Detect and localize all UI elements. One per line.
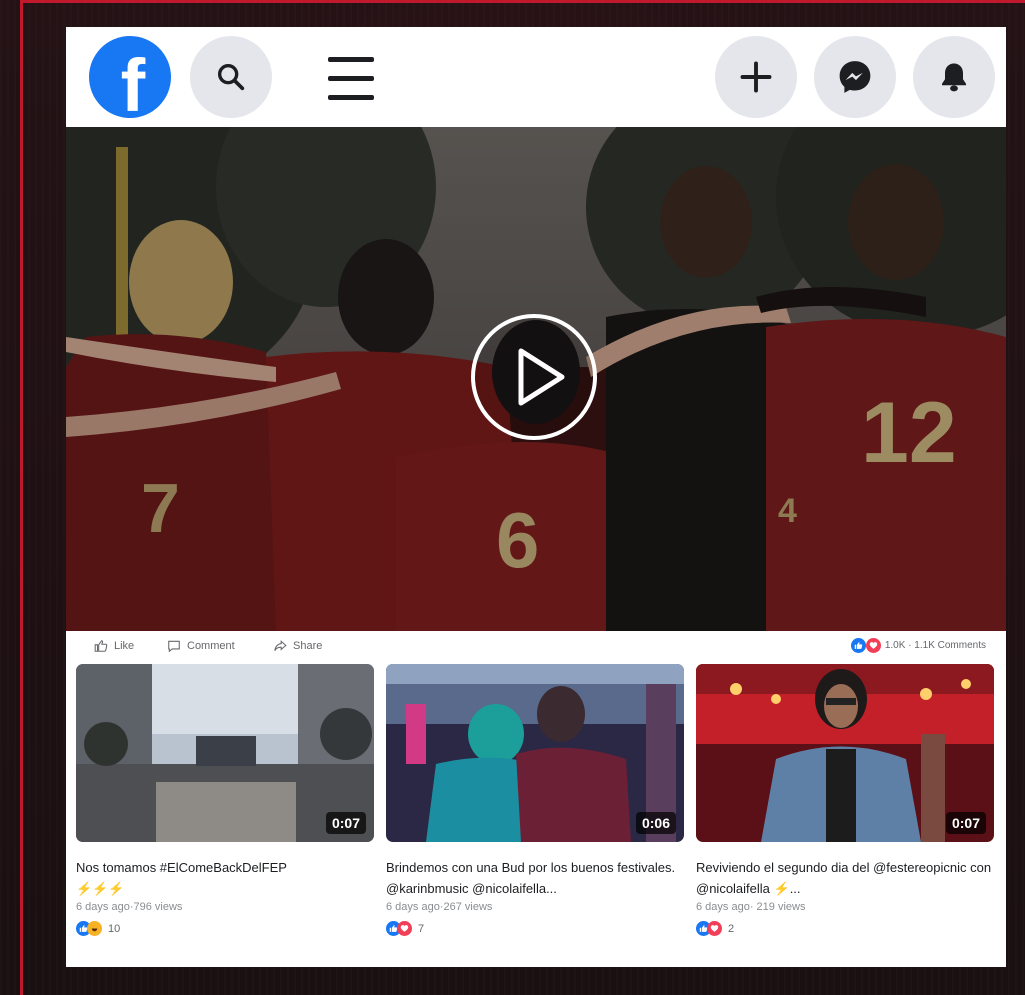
plus-icon	[740, 61, 772, 93]
comment-icon	[168, 640, 180, 653]
notifications-button[interactable]	[913, 36, 995, 118]
bell-icon	[942, 63, 966, 92]
search-button[interactable]	[190, 36, 272, 118]
video-thumbnail[interactable]: 0:06	[386, 664, 684, 842]
haha-reaction-icon	[87, 921, 102, 936]
create-button[interactable]	[715, 36, 797, 118]
related-video-card[interactable]: 0:06 Brindemos con una Bud por los bueno…	[386, 664, 686, 936]
love-reaction-icon	[397, 921, 412, 936]
video-meta: 6 days ago· 219 views	[696, 901, 806, 913]
play-icon[interactable]	[470, 313, 598, 441]
video-thumbnail[interactable]: 0:07	[76, 664, 374, 842]
thumbs-up-icon	[94, 640, 108, 652]
related-video-card[interactable]: 0:07 Reviviendo el segundo dia del @fest…	[696, 664, 996, 936]
emoji-line: ⚡⚡⚡	[76, 881, 125, 896]
video-reactions[interactable]: 7	[386, 921, 686, 936]
like-label: Like	[114, 640, 135, 652]
frame-border-left	[20, 0, 23, 995]
search-icon	[217, 63, 245, 91]
facebook-logo-icon[interactable]: f	[89, 36, 171, 123]
reaction-count: 10	[108, 922, 121, 935]
video-duration: 0:06	[635, 812, 676, 834]
video-duration: 0:07	[945, 812, 986, 834]
video-meta: 6 days ago·267 views	[386, 901, 493, 913]
related-video-card[interactable]: 0:07 Nos tomamos #ElComeBackDelFEP ⚡⚡⚡ 6…	[76, 664, 376, 936]
video-title[interactable]: Reviviendo el segundo dia del @festereop…	[696, 857, 994, 899]
like-reaction-icon	[850, 638, 866, 653]
love-reaction-icon	[707, 921, 722, 936]
comment-button[interactable]: Comment	[166, 639, 235, 653]
comment-label: Comment	[187, 640, 235, 652]
video-title[interactable]: Nos tomamos #ElComeBackDelFEP ⚡⚡⚡	[76, 857, 374, 899]
logo-letter: f	[120, 44, 146, 127]
video-duration: 0:07	[325, 812, 366, 834]
reactions-summary[interactable]: 1.0K · 1.1K Comments	[850, 638, 986, 653]
messenger-button[interactable]	[814, 36, 896, 118]
video-thumbnail[interactable]: 0:07	[696, 664, 994, 842]
love-reaction-icon	[865, 638, 881, 653]
video-meta: 6 days ago·796 views	[76, 901, 183, 913]
video-title[interactable]: Brindemos con una Bud por los buenos fes…	[386, 857, 684, 899]
frame-border-top	[22, 0, 1025, 3]
top-navigation-bar: f	[66, 27, 1006, 127]
reaction-count: 2	[728, 922, 735, 935]
share-icon	[274, 640, 287, 651]
share-button[interactable]: Share	[272, 639, 322, 653]
video-reactions[interactable]: 10	[76, 921, 376, 936]
post-action-bar: Like Comment Share 1.0K · 1.1K Comments	[66, 631, 1006, 661]
share-label: Share	[293, 640, 323, 652]
menu-icon[interactable]	[328, 57, 374, 101]
video-reactions[interactable]: 2	[696, 921, 996, 936]
facebook-post-card: f Like Comment Share 1.0K · 1.1K Comment…	[66, 27, 1006, 967]
reactions-summary-text: 1.0K · 1.1K Comments	[884, 640, 986, 651]
like-button[interactable]: Like	[93, 639, 134, 653]
video-player[interactable]: 7 6 12 4	[66, 127, 1006, 631]
messenger-icon	[839, 61, 871, 93]
reaction-count: 7	[418, 922, 425, 935]
